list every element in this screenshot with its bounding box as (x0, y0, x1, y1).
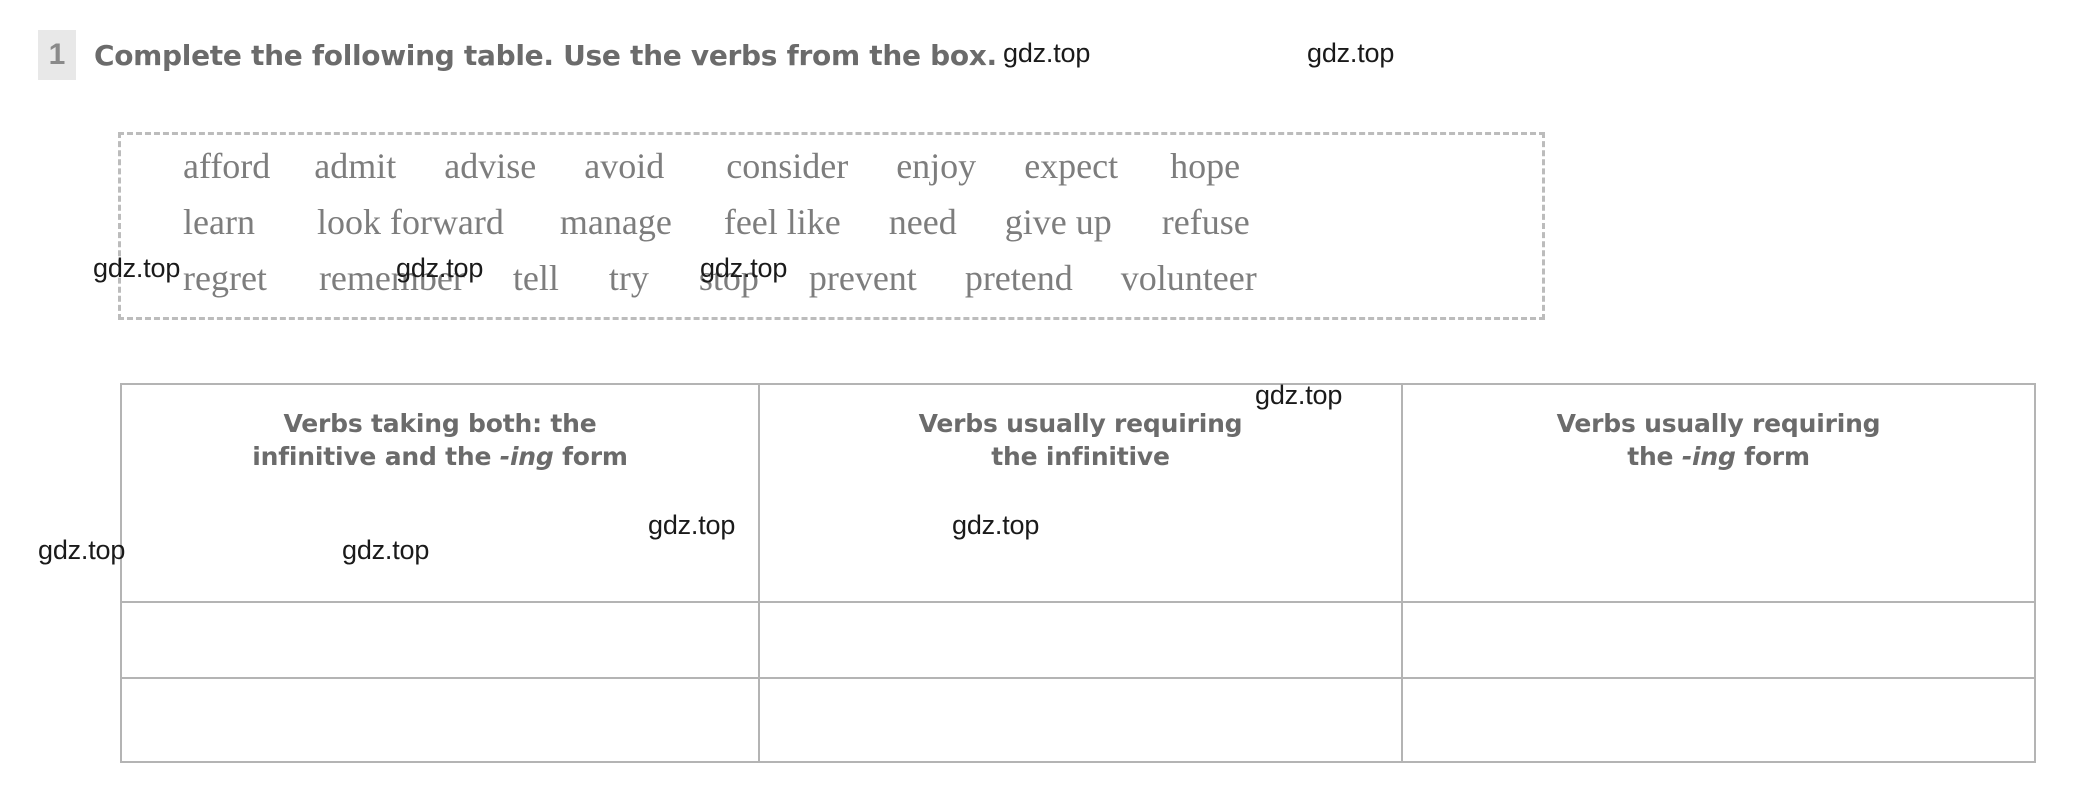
watermark-gdz-top: gdz.top (1003, 38, 1091, 68)
answer-cell-ing-1[interactable] (1401, 603, 2034, 677)
verb-word: expect (1024, 146, 1119, 186)
verb-word-box: afford admit advise avoid consider enjoy expec… (118, 132, 1545, 320)
verb-word: avoid (584, 146, 665, 186)
verb-word: refuse (1161, 202, 1250, 242)
watermark-gdz-top: gdz.top (38, 535, 126, 565)
word-box-row: learn look forward manage feel like need give… (135, 201, 1528, 257)
verb-word: advise (444, 146, 537, 186)
table-row (122, 677, 2034, 761)
verb-word: prevent (808, 258, 917, 298)
verb-word: learn (183, 202, 255, 242)
verb-word: consider (726, 146, 849, 186)
table-row (122, 601, 2034, 677)
exercise-instruction: Complete the following table. Use the ve… (94, 38, 997, 72)
verb-word: pretend (964, 258, 1073, 298)
word-box-row: regret remember tell try stop prevent pretend v… (135, 257, 1528, 313)
exercise-number-badge: 1 (38, 30, 76, 80)
verb-word: need (888, 202, 957, 242)
watermark-gdz-top: gdz.top (93, 253, 181, 283)
verb-word: give up (1004, 202, 1112, 242)
verb-word: volunteer (1120, 258, 1257, 298)
column-header-ing-label: Verbs usually requiring the -ing form (1556, 409, 1881, 471)
exercise-header: 1 Complete the following table. Use the … (38, 30, 997, 80)
verb-word: look forward (316, 202, 504, 242)
answer-cell-infinitive-1[interactable] (758, 603, 1401, 677)
watermark-gdz-top: gdz.top (700, 253, 788, 283)
answer-cell-ing-2[interactable] (1401, 679, 2034, 761)
answer-cell-both-2[interactable] (122, 679, 758, 761)
verb-word: feel like (723, 202, 841, 242)
watermark-gdz-top: gdz.top (952, 510, 1040, 540)
verbs-classification-table: Verbs taking both: the infinitive and th… (120, 383, 2036, 763)
column-header-both-label: Verbs taking both: the infinitive and th… (252, 409, 628, 471)
watermark-gdz-top: gdz.top (342, 535, 430, 565)
answer-cell-infinitive-2[interactable] (758, 679, 1401, 761)
verb-word: try (608, 258, 649, 298)
table-header-cell-infinitive: Verbs usually requiring the infinitive (758, 385, 1401, 601)
watermark-gdz-top: gdz.top (648, 510, 736, 540)
verb-word: hope (1170, 146, 1241, 186)
verb-word: enjoy (896, 146, 977, 186)
verb-word: manage (559, 202, 672, 242)
watermark-gdz-top: gdz.top (1307, 38, 1395, 68)
word-box-row: afford admit advise avoid consider enjoy expec… (135, 145, 1528, 201)
table-header-row: Verbs taking both: the infinitive and th… (122, 385, 2034, 601)
verb-word: regret (183, 258, 267, 298)
verb-word: tell (512, 258, 559, 298)
watermark-gdz-top: gdz.top (396, 253, 484, 283)
verb-word: admit (314, 146, 397, 186)
verb-word: afford (183, 146, 271, 186)
table-header-cell-ing: Verbs usually requiring the -ing form (1401, 385, 2034, 601)
answer-cell-both-1[interactable] (122, 603, 758, 677)
table-header-cell-both: Verbs taking both: the infinitive and th… (122, 385, 758, 601)
watermark-gdz-top: gdz.top (1255, 380, 1343, 410)
